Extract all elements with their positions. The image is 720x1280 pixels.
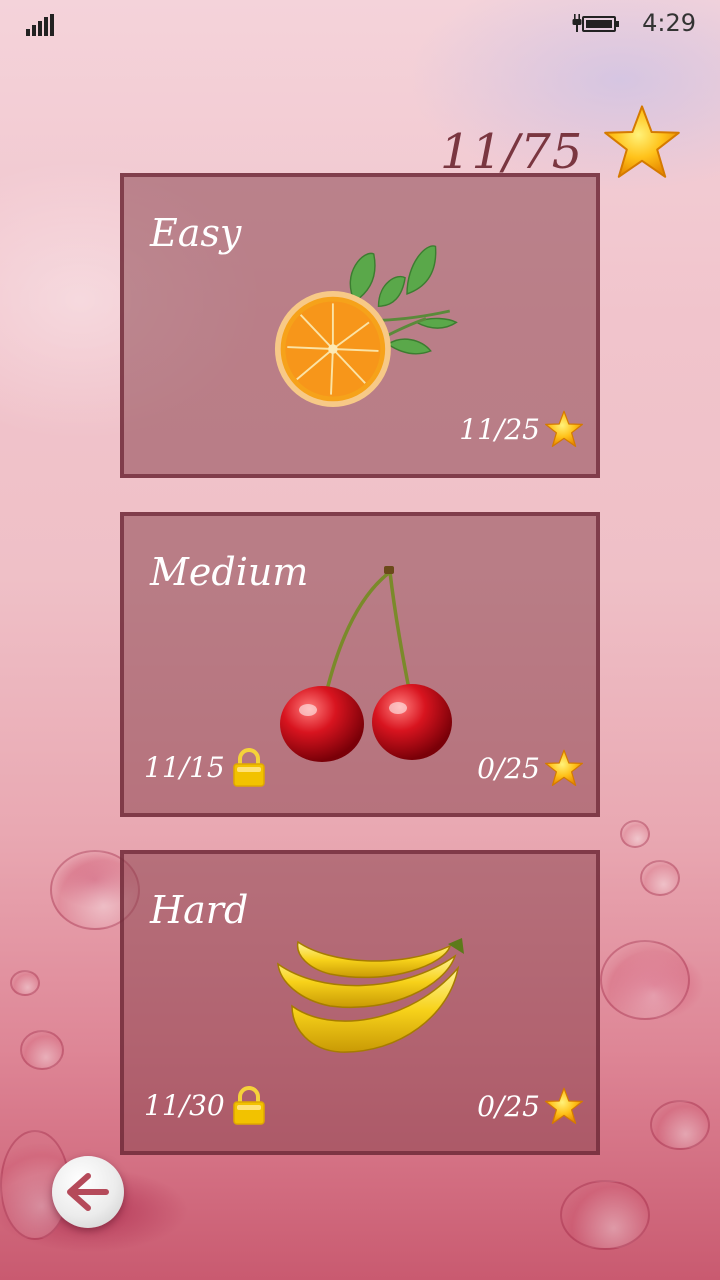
stars-earned-value: 0/25 — [477, 1089, 540, 1123]
water-drop — [620, 820, 650, 848]
star-icon — [545, 749, 583, 786]
stars-earned: 11/25 — [459, 410, 584, 448]
orange-icon — [274, 245, 458, 407]
star-icon — [604, 105, 680, 178]
back-arrow-icon — [67, 1173, 109, 1211]
unlock-progress: 11/30 — [144, 1085, 267, 1125]
water-drop — [600, 940, 690, 1020]
stars-earned-value: 0/25 — [477, 751, 540, 785]
water-drop — [20, 1030, 64, 1070]
level-card-medium[interactable]: Medium 11/15 0/25 — [120, 512, 600, 817]
water-drop — [650, 1100, 710, 1150]
banana-icon — [277, 938, 464, 1053]
status-bar: 4:29 — [0, 0, 720, 48]
unlock-progress-value: 11/30 — [144, 1088, 225, 1122]
signal-strength-icon — [26, 14, 56, 36]
water-drop — [10, 970, 40, 996]
water-drop — [640, 860, 680, 896]
lock-icon — [232, 1086, 265, 1125]
battery-charging-icon — [572, 12, 620, 36]
unlock-progress: 11/15 — [144, 747, 267, 787]
back-button[interactable] — [52, 1156, 124, 1228]
cherry-icon — [280, 566, 452, 762]
clock: 4:29 — [642, 9, 696, 37]
level-card-hard[interactable]: Hard 11/30 0/25 — [120, 850, 600, 1155]
lock-icon — [232, 748, 265, 787]
unlock-progress-value: 11/15 — [144, 750, 225, 784]
level-card-easy[interactable]: Easy 11/25 — [120, 173, 600, 478]
level-title: Hard — [150, 888, 249, 932]
level-title: Easy — [150, 211, 242, 255]
star-icon — [545, 410, 583, 447]
total-score: 11/75 — [440, 124, 584, 180]
stars-earned-value: 11/25 — [459, 412, 540, 446]
stars-earned: 0/25 — [477, 749, 584, 787]
water-drop — [560, 1180, 650, 1250]
stars-earned: 0/25 — [477, 1087, 584, 1125]
star-icon — [545, 1087, 583, 1124]
